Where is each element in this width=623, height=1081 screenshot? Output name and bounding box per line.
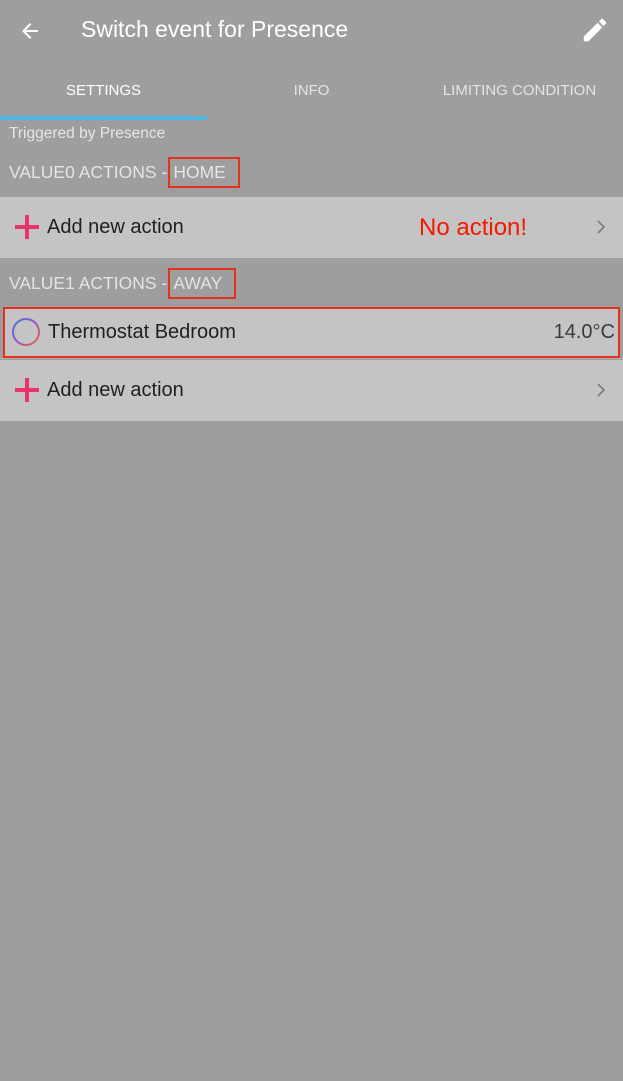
tab-bar: SETTINGS INFO LIMITING CONDITION — [0, 62, 623, 120]
section-header-value0: VALUE0 ACTIONS - HOME — [9, 155, 240, 189]
chevron-right-icon — [597, 383, 606, 397]
thermostat-ring-icon — [12, 318, 40, 346]
no-action-annotation: No action! — [419, 214, 528, 241]
section-header-label: VALUE0 ACTIONS — [9, 161, 157, 182]
tab-info[interactable]: INFO — [208, 62, 415, 118]
section-header-separator: - — [161, 161, 168, 182]
pencil-icon — [583, 18, 607, 42]
add-new-action-button-value0[interactable]: Add new action — [0, 197, 623, 258]
chevron-right-icon — [597, 220, 606, 234]
edit-button[interactable] — [577, 12, 613, 48]
add-new-action-label: Add new action — [47, 379, 184, 401]
divider — [0, 358, 623, 359]
back-button[interactable] — [12, 13, 48, 49]
device-action-row-thermostat[interactable]: Thermostat Bedroom 14.0°C — [3, 307, 620, 358]
arrow-left-icon — [22, 23, 38, 39]
section-header-value-home: HOME — [168, 156, 240, 188]
add-new-action-label: Add new action — [47, 216, 184, 238]
active-tab-indicator — [0, 116, 207, 120]
plus-icon — [15, 215, 39, 239]
app-bar: Switch event for Presence — [0, 0, 623, 62]
plus-icon — [15, 378, 39, 402]
device-setpoint-value: 14.0°C — [553, 321, 615, 343]
triggered-by-label: Triggered by Presence — [9, 125, 166, 142]
section-header-value-away: AWAY — [168, 267, 237, 299]
section-header-separator: - — [161, 272, 168, 293]
section-header-value1: VALUE1 ACTIONS - AWAY — [9, 266, 237, 300]
tab-limiting-condition[interactable]: LIMITING CONDITION — [416, 62, 623, 118]
add-new-action-button-value1[interactable]: Add new action — [0, 360, 623, 421]
section-header-label: VALUE1 ACTIONS — [9, 272, 157, 293]
device-name: Thermostat Bedroom — [48, 321, 236, 343]
tab-settings[interactable]: SETTINGS — [0, 62, 207, 118]
page-title: Switch event for Presence — [81, 16, 349, 42]
